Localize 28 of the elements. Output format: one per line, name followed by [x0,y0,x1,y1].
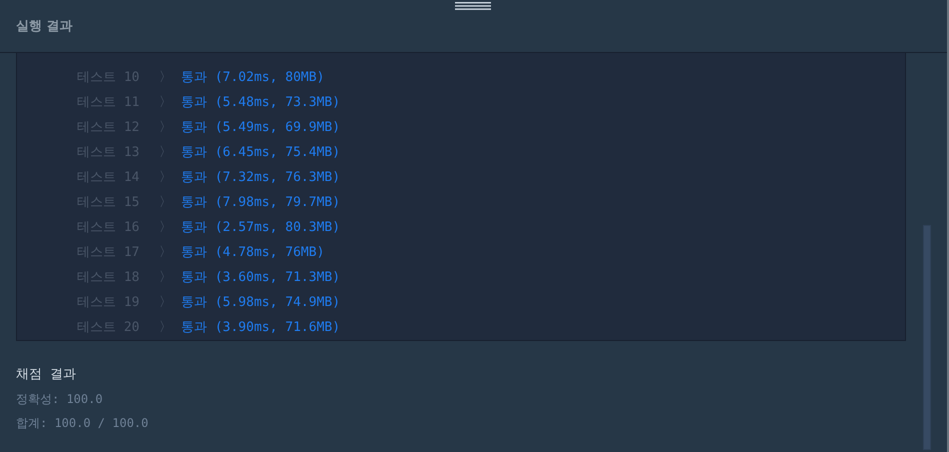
test-result: 통과 (4.78ms, 76MB) [181,244,324,260]
test-result: 통과 (2.57ms, 80.3MB) [181,218,340,236]
chevron-separator: 〉 [159,168,173,186]
drag-handle-icon[interactable] [455,1,491,11]
chevron-separator: 〉 [159,194,173,210]
chevron-separator: 〉 [159,294,173,310]
panel-title: 실행 결과 [16,18,73,35]
test-result: 통과 (5.98ms, 74.9MB) [181,294,340,310]
chevron-separator: 〉 [159,244,173,260]
test-result: 통과 (3.60ms, 71.3MB) [181,268,340,286]
test-result: 통과 (6.45ms, 75.4MB) [181,144,340,160]
test-result: 통과 (7.02ms, 80MB) [181,68,324,86]
test-result: 통과 (7.98ms, 79.7MB) [181,194,340,210]
grading-line: 합계: 100.0 / 100.0 [16,415,150,432]
chevron-separator: 〉 [159,318,173,336]
test-result: 통과 (5.48ms, 73.3MB) [181,94,340,110]
test-result: 통과 (3.90ms, 71.6MB) [181,318,340,336]
chevron-separator: 〉 [159,268,173,286]
grading-title: 채점 결과 [16,366,77,384]
chevron-separator: 〉 [159,218,173,236]
chevron-separator: 〉 [159,144,173,160]
test-result: 통과 (5.49ms, 69.9MB) [181,118,340,136]
chevron-separator: 〉 [159,94,173,110]
chevron-separator: 〉 [159,118,173,136]
scrollbar-thumb[interactable] [923,225,931,450]
chevron-separator: 〉 [159,68,173,86]
test-result: 통과 (7.32ms, 76.3MB) [181,168,340,186]
grading-line: 정확성: 100.0 [16,391,104,408]
